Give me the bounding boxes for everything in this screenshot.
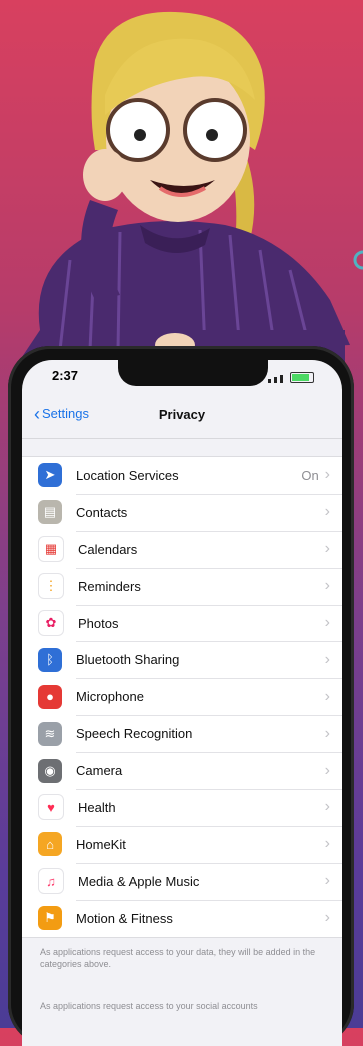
privacy-row-label: Microphone: [76, 689, 144, 705]
chevron-right-icon: ›: [324, 540, 330, 558]
chevron-right-icon: ›: [324, 650, 330, 668]
music-note-icon: ♫: [38, 868, 64, 895]
status-icons: [268, 372, 314, 383]
privacy-row-label: Health: [78, 799, 116, 815]
privacy-row[interactable]: ⌂ HomeKit ›: [22, 825, 342, 863]
chevron-right-icon: ›: [324, 687, 330, 705]
privacy-row[interactable]: ♥ Health ›: [22, 789, 342, 826]
chevron-right-icon: ›: [324, 872, 330, 890]
phone-notch: [118, 360, 268, 386]
privacy-row[interactable]: ➤ Location Services On ›: [22, 457, 342, 494]
running-icon: ⚑: [38, 906, 62, 931]
status-time: 2:37: [52, 368, 79, 383]
privacy-row[interactable]: ✿ Photos ›: [22, 604, 342, 642]
chevron-right-icon: ›: [324, 577, 330, 595]
privacy-row-label: Calendars: [78, 541, 138, 557]
privacy-row[interactable]: ⋮ Reminders ›: [22, 567, 342, 605]
chevron-right-icon: ›: [324, 724, 330, 742]
chevron-right-icon: ›: [324, 466, 330, 484]
chevron-right-icon: ›: [324, 761, 330, 779]
privacy-row-label: Camera: [76, 763, 123, 779]
privacy-list: ➤ Location Services On › ▤ Contacts › ▦ Calendar…: [22, 456, 342, 938]
chevron-right-icon: ›: [324, 909, 330, 927]
footer-note-data: As applications request access to your d…: [40, 947, 316, 969]
heart-icon: ♥: [38, 794, 64, 821]
camera-icon: ◉: [38, 758, 62, 783]
signal-bar-icon: [280, 375, 283, 383]
footer-note-social: As applications request access to your s…: [40, 1001, 258, 1011]
phone-frame: 2:37 ‹ Settings Privacy ➤ Location Servic…: [8, 346, 354, 1046]
phone-screen: 2:37 ‹ Settings Privacy ➤ Location Servic…: [22, 360, 342, 1046]
privacy-row[interactable]: ▦ Calendars ›: [22, 530, 342, 568]
page-title: Privacy: [158, 407, 206, 422]
chevron-right-icon: ›: [324, 835, 330, 853]
privacy-row-label: Speech Recognition: [76, 726, 193, 742]
chevron-right-icon: ›: [324, 614, 330, 631]
privacy-row-label: Media & Apple Music: [78, 873, 200, 889]
side-decoration: [351, 250, 363, 290]
privacy-row[interactable]: ᛒ Bluetooth Sharing ›: [22, 641, 342, 678]
chevron-right-icon: ›: [324, 503, 330, 521]
privacy-row-label: Location Services: [76, 467, 179, 483]
navigation-bar: ‹ Settings Privacy: [22, 398, 342, 434]
cartoon-girl-illustration: [20, 11, 350, 370]
nav-divider: [22, 438, 342, 439]
privacy-row[interactable]: ≋ Speech Recognition ›: [22, 715, 342, 752]
contacts-card-icon: ▤: [38, 500, 62, 525]
location-arrow-icon: ➤: [38, 463, 62, 488]
signal-bar-icon: [268, 379, 271, 383]
home-icon: ⌂: [38, 832, 62, 857]
privacy-row-label: HomeKit: [76, 836, 126, 852]
battery-icon: [290, 372, 314, 383]
privacy-row[interactable]: ▤ Contacts ›: [22, 493, 342, 531]
privacy-row[interactable]: ● Microphone ›: [22, 678, 342, 715]
privacy-row-label: Motion & Fitness: [76, 910, 173, 926]
microphone-icon: ●: [38, 684, 62, 709]
privacy-row[interactable]: ⚑ Motion & Fitness ›: [22, 899, 342, 937]
privacy-row-label: Contacts: [76, 504, 128, 520]
signal-bar-icon: [274, 377, 277, 383]
privacy-row[interactable]: ◉ Camera ›: [22, 752, 342, 789]
chevron-right-icon: ›: [324, 798, 330, 816]
reminders-list-icon: ⋮: [38, 573, 64, 600]
privacy-row[interactable]: ♫ Media & Apple Music ›: [22, 862, 342, 900]
privacy-row-label: Bluetooth Sharing: [76, 652, 180, 668]
photos-flower-icon: ✿: [38, 610, 64, 636]
privacy-row-label: Photos: [78, 615, 119, 631]
privacy-row-label: Reminders: [78, 578, 141, 594]
calendar-icon: ▦: [38, 536, 64, 563]
waveform-icon: ≋: [38, 721, 62, 746]
privacy-row-value: On: [301, 467, 319, 483]
bluetooth-icon: ᛒ: [38, 647, 62, 672]
